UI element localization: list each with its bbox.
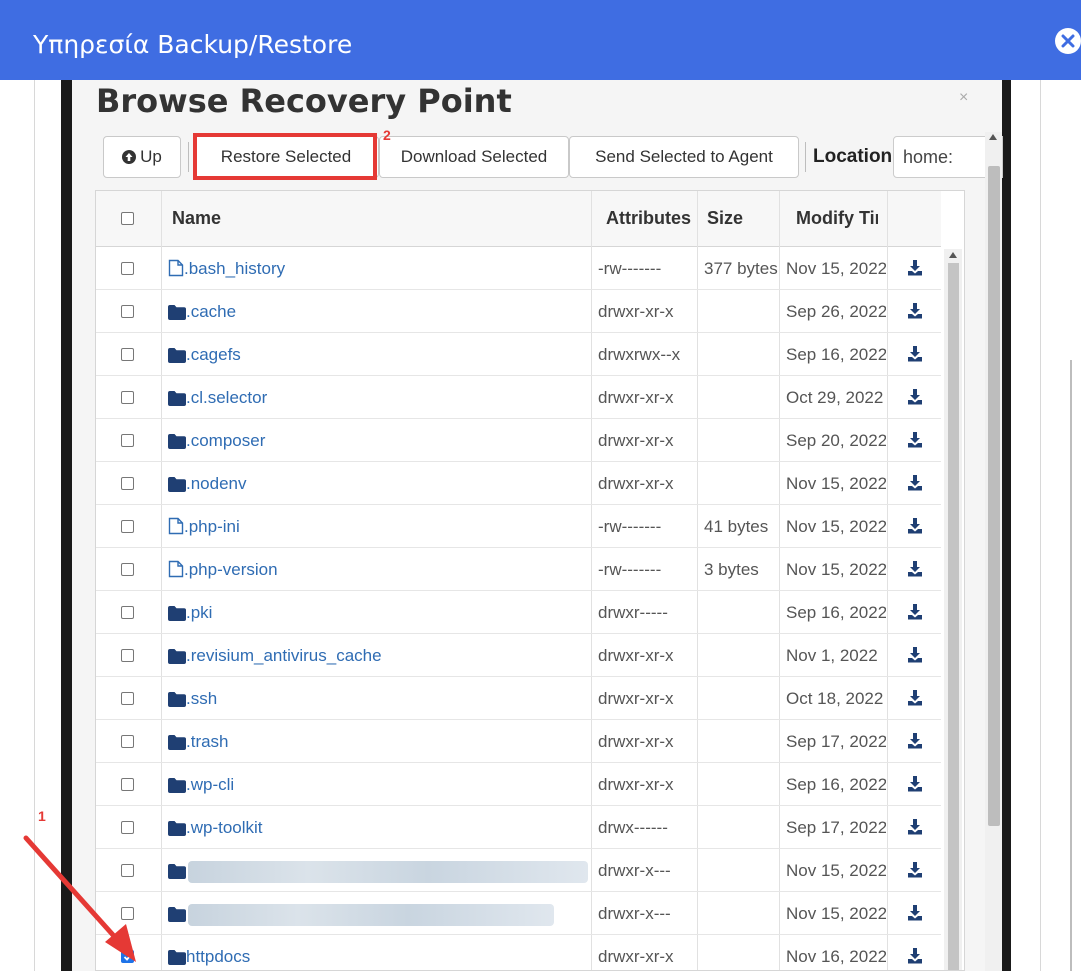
annotation-arrow xyxy=(23,835,136,962)
